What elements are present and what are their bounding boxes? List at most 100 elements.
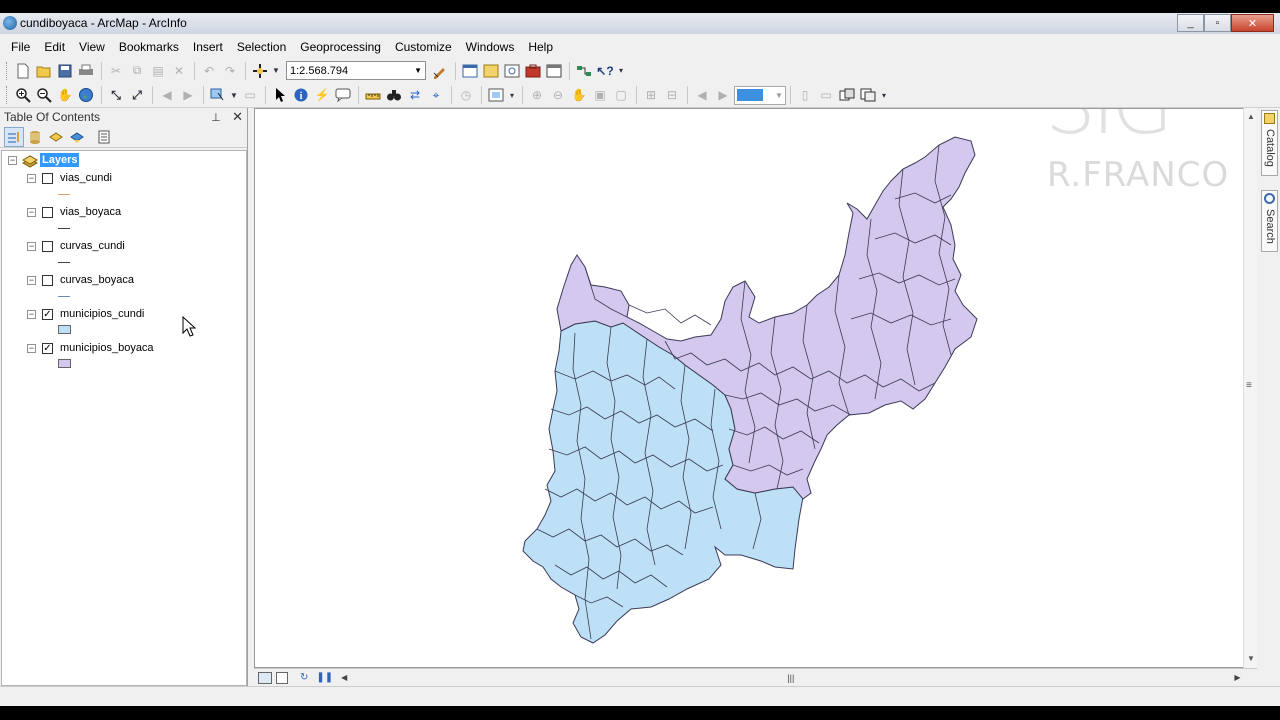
catalog-window-icon[interactable] [481,61,501,81]
legend-line-symbol[interactable] [58,296,70,297]
layer-name-vias-cundi[interactable]: vias_cundi [60,172,112,184]
collapse-layers-icon[interactable]: − [8,156,17,165]
scroll-down-icon[interactable]: ▼ [1247,654,1255,663]
layout-view-toggle-icon[interactable] [276,671,288,684]
menu-customize[interactable]: Customize [388,40,459,54]
zoom-100-percent-icon[interactable]: ▢ [611,85,631,105]
list-by-source-icon[interactable] [25,127,45,147]
layout-zoom-out-icon[interactable]: ⊖ [548,85,568,105]
focus-data-frame-icon[interactable]: ▭ [816,85,836,105]
select-features-icon[interactable] [208,85,228,105]
collapse-layer-icon[interactable]: − [27,276,36,285]
refresh-view-icon[interactable]: ↻ [300,672,308,683]
layout-zoom-in-icon[interactable]: ⊕ [527,85,547,105]
layer-name-curvas-boyaca[interactable]: curvas_boyaca [60,274,134,286]
create-viewer-window-icon[interactable] [486,85,506,105]
legend-polygon-symbol[interactable] [58,359,71,368]
python-window-icon[interactable] [544,61,564,81]
legend-line-symbol[interactable] [58,194,70,195]
list-by-visibility-icon[interactable] [46,127,66,147]
new-document-icon[interactable] [13,61,33,81]
add-data-icon[interactable] [250,61,270,81]
legend-polygon-symbol[interactable] [58,325,71,334]
layout-pan-icon[interactable]: ✋ [569,85,589,105]
toolbar-grip[interactable] [6,61,9,80]
pause-drawing-icon[interactable]: ❚❚ [316,672,333,683]
map-scale-combobox[interactable]: 1:2.568.794 ▼ [286,61,426,80]
map-horizontal-scrollbar[interactable]: ↻ ❚❚ ◀ ||| ▶ [254,668,1257,686]
list-by-drawing-order-icon[interactable] [4,126,24,147]
maximize-button[interactable]: ▫ [1204,14,1231,32]
data-view-toggle-icon[interactable] [258,671,272,684]
close-button[interactable]: ✕ [1231,14,1274,32]
menu-geoprocessing[interactable]: Geoprocessing [293,40,388,54]
print-icon[interactable] [76,61,96,81]
scroll-left-icon[interactable]: ◀ [341,673,347,682]
toolbar-options-icon[interactable]: ▾ [616,61,626,81]
minimize-button[interactable]: _ [1177,14,1204,32]
paste-icon[interactable]: ▤ [148,61,168,81]
close-icon[interactable]: ✕ [232,109,243,124]
layer-name-municipios-boyaca[interactable]: municipios_boyaca [60,342,154,354]
model-builder-icon[interactable] [574,61,594,81]
full-extent-globe-icon[interactable] [76,85,96,105]
menu-selection[interactable]: Selection [230,40,293,54]
toolbar-grip[interactable] [6,86,9,104]
delete-icon[interactable]: ✕ [169,61,189,81]
layer-visibility-checkbox-municipios-cundi[interactable]: ✓ [42,309,53,320]
layer-visibility-checkbox-municipios-boyaca[interactable]: ✓ [42,343,53,354]
measure-icon[interactable] [363,85,383,105]
data-driven-pages-icon[interactable] [858,85,878,105]
table-of-contents-icon[interactable] [460,61,480,81]
scroll-thumb-grip-icon[interactable]: ≡ [1246,380,1252,391]
editor-toolbar-icon[interactable] [430,61,450,81]
add-data-dropdown-icon[interactable]: ▼ [271,61,281,81]
title-bar[interactable]: cundiboyaca - ArcMap - ArcInfo _ ▫ ✕ [0,13,1280,34]
select-elements-arrow-icon[interactable] [270,85,290,105]
menu-file[interactable]: File [4,40,37,54]
menu-view[interactable]: View [72,40,112,54]
toc-options-icon[interactable] [94,127,114,147]
fixed-zoom-out-layout-icon[interactable]: ⊟ [662,85,682,105]
go-forward-extent-layout-icon[interactable]: ▶ [713,85,733,105]
zoom-out-icon[interactable] [34,85,54,105]
undo-icon[interactable]: ↶ [199,61,219,81]
menu-edit[interactable]: Edit [37,40,72,54]
chevron-down-icon[interactable]: ▼ [775,91,783,100]
save-icon[interactable] [55,61,75,81]
cut-icon[interactable]: ✂ [106,61,126,81]
legend-line-symbol[interactable] [58,228,70,229]
scroll-up-icon[interactable]: ▲ [1247,112,1255,121]
collapse-layer-icon[interactable]: − [27,344,36,353]
collapse-layer-icon[interactable]: − [27,174,36,183]
pin-icon[interactable]: ⊥ [211,112,221,124]
copy-icon[interactable]: ⧉ [127,61,147,81]
map-vertical-scrollbar[interactable]: ▲ ≡ ▼ [1243,108,1257,668]
legend-line-symbol[interactable] [58,262,70,263]
scroll-thumb-grip-icon[interactable]: ||| [787,673,794,683]
arctoolbox-icon[interactable] [523,61,543,81]
back-extent-icon[interactable]: ◀ [157,85,177,105]
select-dropdown-icon[interactable]: ▼ [229,85,239,105]
layer-visibility-checkbox-vias-cundi[interactable] [42,173,53,184]
layer-name-municipios-cundi[interactable]: municipios_cundi [60,308,144,320]
layer-name-curvas-cundi[interactable]: curvas_cundi [60,240,125,252]
fixed-zoom-in-icon[interactable]: ⤡ [106,85,126,105]
collapse-layer-icon[interactable]: − [27,242,36,251]
dataframe-layers-label[interactable]: Layers [40,153,80,167]
find-binoculars-icon[interactable] [384,85,404,105]
layer-visibility-checkbox-curvas-boyaca[interactable] [42,275,53,286]
scroll-right-icon[interactable]: ▶ [1234,673,1240,682]
toggle-draft-mode-icon[interactable]: ▯ [795,85,815,105]
identify-icon[interactable]: i [291,85,311,105]
menu-insert[interactable]: Insert [186,40,230,54]
list-by-selection-icon[interactable] [67,127,87,147]
map-data-view[interactable]: SIG R.FRANCO [254,108,1257,668]
layer-visibility-checkbox-curvas-cundi[interactable] [42,241,53,252]
fixed-zoom-in-layout-icon[interactable]: ⊞ [641,85,661,105]
time-slider-icon[interactable]: ◷ [456,85,476,105]
toolbar-options-icon[interactable]: ▾ [507,85,517,105]
search-tab[interactable]: Search [1261,190,1278,252]
html-popup-icon[interactable] [333,85,353,105]
menu-windows[interactable]: Windows [459,40,522,54]
